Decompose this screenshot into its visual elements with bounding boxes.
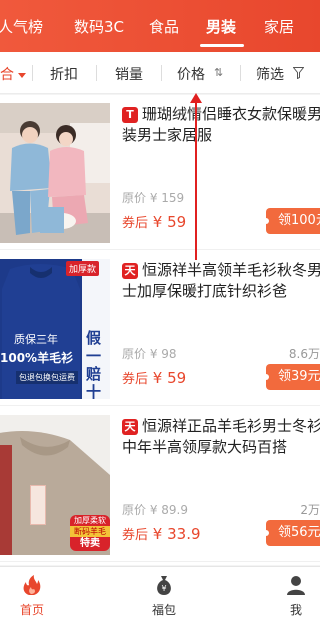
- get-coupon-button[interactable]: 领56元: [263, 520, 320, 546]
- user-icon: [287, 576, 305, 595]
- coupon-price-value: ¥ 59: [152, 213, 187, 231]
- product-image-pajamas[interactable]: [0, 103, 110, 243]
- sort-order-icon: ⇅: [214, 66, 224, 79]
- coupon-price-value: ¥ 33.9: [152, 525, 201, 543]
- product-image-sweater-beige[interactable]: 加厚柔软 断码羊毛 特卖: [0, 415, 110, 555]
- coupon-price-label: 券后: [122, 528, 149, 543]
- bottom-nav: 首页 ¥ 福包 我: [0, 566, 320, 621]
- promo-line-1: 加厚柔软: [70, 515, 110, 526]
- coupon-price: 券后 ¥ 59: [122, 212, 186, 231]
- get-coupon-button[interactable]: 领100元: [263, 208, 320, 234]
- sort-comprehensive[interactable]: 合: [0, 64, 26, 84]
- coupon-price-value: ¥ 59: [152, 369, 187, 387]
- sort-sales[interactable]: 销量: [115, 64, 143, 84]
- original-price: 原价 ¥ 89.9: [122, 503, 188, 517]
- divider: [32, 65, 33, 81]
- sort-price[interactable]: 价格: [177, 64, 205, 84]
- get-coupon-button[interactable]: 领39元: [263, 364, 320, 390]
- nav-lucky-bag[interactable]: ¥ 福包: [134, 573, 194, 618]
- annotation-arrow-line: [195, 100, 197, 260]
- coupon-price-label: 券后: [122, 372, 149, 387]
- promo-line-3: 特卖: [70, 537, 110, 551]
- tab-popular[interactable]: 人气榜: [0, 16, 43, 37]
- annotation-arrow-head: [190, 93, 202, 103]
- divider: [240, 65, 241, 81]
- tab-digital[interactable]: 数码3C: [74, 16, 124, 37]
- product-item[interactable]: 加厚款 质保三年 100%羊毛衫 包退包换包运费 假一赔十 天 恒源祥半高领羊毛…: [0, 251, 320, 406]
- original-price: 原价 ¥ 98: [122, 347, 177, 361]
- coupon-price: 券后 ¥ 59: [122, 368, 186, 387]
- nav-home-label: 首页: [19, 603, 44, 617]
- promo-line-2: 断码羊毛: [70, 526, 110, 537]
- product-item[interactable]: 加厚柔软 断码羊毛 特卖 天 恒源祥正品羊毛衫男士冬衫中年半高领厚款大码百搭 原…: [0, 407, 320, 562]
- nav-me-label: 我: [289, 603, 302, 617]
- tab-home[interactable]: 家居: [264, 16, 294, 37]
- product-item[interactable]: T 珊瑚绒情侣睡衣女款保暖男装男士家居服 原价 ¥ 159 券后 ¥ 59 领1…: [0, 95, 320, 250]
- warranty-text: 质保三年: [14, 333, 58, 346]
- thick-style-badge: 加厚款: [66, 261, 100, 276]
- sales-count: 8.6万: [288, 347, 320, 361]
- tab-menswear[interactable]: 男装: [206, 16, 236, 37]
- tab-food[interactable]: 食品: [149, 16, 179, 37]
- divider: [96, 65, 97, 81]
- sort-bar: 合 折扣 销量 价格 ⇅ 筛选: [0, 52, 320, 94]
- coupon-price: 券后 ¥ 33.9: [122, 524, 201, 543]
- nav-lucky-bag-label: 福包: [151, 603, 176, 617]
- home-flame-icon: [23, 575, 41, 595]
- promo-sticker: 加厚柔软 断码羊毛 特卖: [70, 515, 110, 551]
- wool-percent-text: 100%羊毛衫: [0, 351, 74, 365]
- sort-comprehensive-label: 合: [0, 67, 14, 83]
- active-tab-indicator: [200, 44, 244, 47]
- dropdown-triangle-icon: [18, 72, 26, 78]
- product-list: T 珊瑚绒情侣睡衣女款保暖男装男士家居服 原价 ¥ 159 券后 ¥ 59 领1…: [0, 95, 320, 565]
- nav-home[interactable]: 首页: [2, 573, 62, 618]
- original-price: 原价 ¥ 159: [122, 191, 185, 205]
- return-policy-text: 包退包换包运费: [16, 371, 78, 384]
- fake-compensation-text: 假一赔十: [86, 329, 102, 399]
- nav-me[interactable]: 我: [266, 573, 320, 618]
- category-tab-bar: 人气榜 数码3C 食品 男装 家居: [0, 0, 320, 52]
- svg-text:¥: ¥: [161, 584, 166, 593]
- product-title[interactable]: 珊瑚绒情侣睡衣女款保暖男装男士家居服: [122, 104, 320, 148]
- product-image-sweater-navy[interactable]: 加厚款 质保三年 100%羊毛衫 包退包换包运费 假一赔十: [0, 259, 110, 399]
- product-title[interactable]: 恒源祥正品羊毛衫男士冬衫中年半高领厚款大码百搭: [122, 416, 320, 460]
- clothing-label-tag: [30, 485, 46, 525]
- money-bag-icon: ¥: [157, 576, 171, 595]
- filter-button[interactable]: 筛选: [256, 64, 284, 84]
- divider: [161, 65, 162, 81]
- sales-count: 2万: [300, 503, 320, 517]
- product-title[interactable]: 恒源祥半高领羊毛衫秋冬男士加厚保暖打底针织衫爸: [122, 260, 320, 304]
- coupon-price-label: 券后: [122, 216, 149, 231]
- filter-funnel-icon: [293, 67, 304, 79]
- sort-discount[interactable]: 折扣: [50, 64, 78, 84]
